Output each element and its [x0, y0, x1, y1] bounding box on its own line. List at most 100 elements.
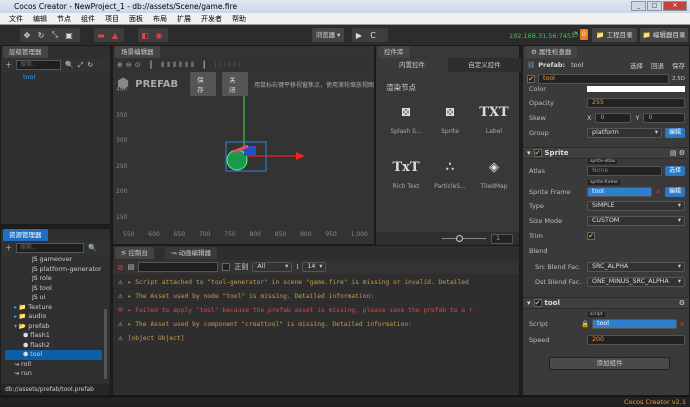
search-icon[interactable]: 🔍	[88, 244, 97, 252]
editor-dir-button[interactable]: 📁 编辑器目录	[640, 28, 688, 42]
sprite-frame-input[interactable]: tool	[587, 187, 652, 197]
tab-assets[interactable]: 资源管理器	[3, 229, 48, 241]
menu-item[interactable]: 开发者	[196, 13, 227, 24]
log-level-select[interactable]: All	[252, 262, 293, 272]
tab-console[interactable]: ⋝ 控制台	[115, 247, 155, 259]
browser-select[interactable]: 浏览器 ▾	[312, 28, 344, 42]
asset-item[interactable]: ▾ 📂 prefab	[5, 322, 102, 332]
library-item[interactable]: TXT Label	[472, 98, 516, 135]
prefab-save-button[interactable]: 保存	[672, 60, 685, 70]
menu-item[interactable]: 编辑	[28, 13, 52, 24]
rotate-icon[interactable]: ↻	[34, 31, 48, 40]
prefab-revert-button[interactable]: 回退	[651, 60, 664, 70]
expand-icon[interactable]: ⤢	[78, 61, 84, 70]
dst-blend-select[interactable]: ONE_MINUS_SRC_ALPHA	[587, 277, 685, 287]
sprite-frame-edit-button[interactable]: 编辑	[665, 187, 685, 197]
tool-settings-icon[interactable]: ⚙	[679, 299, 685, 307]
atlas-select-button[interactable]: 选择	[665, 166, 685, 176]
file-icon[interactable]: ▤	[128, 263, 135, 271]
move-icon[interactable]: ✥	[20, 31, 34, 40]
tool-enabled-checkbox[interactable]: ✔	[533, 299, 542, 307]
tab-builtin[interactable]: 内置控件	[376, 58, 448, 72]
menu-item[interactable]: 扩展	[172, 13, 196, 24]
assets-scrollbar[interactable]	[104, 309, 107, 379]
asset-item[interactable]: ▸ 📁 audio	[5, 312, 102, 322]
src-blend-select[interactable]: SRC_ALPHA	[587, 262, 685, 272]
add-icon[interactable]: ＋	[5, 60, 12, 70]
tab-scene[interactable]: 场景编辑器	[115, 46, 160, 58]
assets-search-input[interactable]: 搜索...	[16, 243, 84, 253]
node-active-checkbox[interactable]: ✔	[527, 75, 535, 83]
library-item[interactable]: ∴ ParticleS...	[428, 153, 472, 190]
size-mode-select[interactable]: CUSTOM	[587, 216, 685, 226]
console-filter-input[interactable]	[138, 262, 219, 272]
menu-item[interactable]: 文件	[4, 13, 28, 24]
asset-item[interactable]: ⬢ tool	[5, 350, 102, 360]
close-prefab-button[interactable]: 关闭	[222, 72, 248, 96]
asset-item[interactable]: ▸ 📁 Texture	[5, 303, 102, 313]
log-entry[interactable]: ⊗ ▸ Failed to apply "tool" because the p…	[113, 303, 513, 317]
node-tool[interactable]: tool	[1, 73, 110, 83]
sprite-component-header[interactable]: ▾ ✔ Sprite ▤ ⚙	[523, 147, 689, 159]
clear-script-icon[interactable]: ✕	[680, 320, 685, 328]
maximize-button[interactable]: □	[647, 1, 662, 11]
asset-item[interactable]: ↝ roll	[5, 360, 102, 370]
group-select[interactable]: platform	[587, 128, 662, 138]
local-icon[interactable]: ◧	[138, 31, 152, 40]
tab-hierarchy[interactable]: 层级管理器	[3, 46, 48, 58]
scale-icon[interactable]: ⤡	[48, 30, 62, 40]
log-entry[interactable]: ⚠ ▸ Script attached to "tool-generator" …	[113, 275, 513, 289]
menu-item[interactable]: 面板	[124, 13, 148, 24]
log-entry[interactable]: ⚠ ▸ The Asset used by node "tool" is mis…	[113, 289, 513, 303]
atlas-input[interactable]: None	[587, 166, 662, 176]
minimize-button[interactable]: _	[631, 1, 646, 11]
library-item[interactable]: ⊠ Splash S...	[384, 98, 428, 135]
rect-icon[interactable]: ▣	[62, 31, 76, 40]
regex-checkbox[interactable]	[222, 263, 231, 271]
clear-icon[interactable]: ⊘	[117, 263, 124, 272]
menu-item[interactable]: 节点	[52, 13, 76, 24]
refresh-icon[interactable]: C	[366, 31, 380, 40]
library-item[interactable]: TxT Rich Text	[384, 153, 428, 190]
tool-component-header[interactable]: ▾ ✔ tool ⚙	[523, 297, 689, 309]
group-edit-button[interactable]: 编辑	[665, 128, 685, 138]
asset-item[interactable]: ⬢ flash2	[5, 341, 102, 351]
global-icon[interactable]: ◉	[152, 31, 166, 40]
sprite-settings-icon[interactable]: ▤ ⚙	[670, 149, 685, 157]
menu-item[interactable]: 布局	[148, 13, 172, 24]
menu-item[interactable]: 组件	[76, 13, 100, 24]
log-entry[interactable]: ⚠ ▸ The Asset used by component "creatto…	[113, 317, 513, 331]
zoom-icons[interactable]: ⊕⊖⊙ ┃ ⫴⫴⫴⫴⫴⫴ ┃ ⫶⫶⫶⫶⫶⫶	[117, 61, 243, 70]
anchor-icon[interactable]: ▲	[108, 31, 122, 40]
add-component-button[interactable]: 添加组件	[549, 357, 670, 370]
asset-item[interactable]: JS platform-generator	[5, 265, 102, 275]
search-icon[interactable]: 🔍	[65, 61, 74, 69]
add-icon[interactable]: ＋	[5, 243, 12, 253]
tab-library[interactable]: 控件库	[378, 46, 410, 58]
zoom-value-input[interactable]: 1	[491, 234, 513, 244]
trim-checkbox[interactable]: ✔	[587, 232, 595, 240]
hierarchy-search-input[interactable]: 搜索...	[16, 60, 61, 70]
project-dir-button[interactable]: 📁 工程目录	[592, 28, 637, 42]
asset-item[interactable]: ↝ run	[5, 369, 102, 379]
ip-address[interactable]: 192.168.31.56:7457	[509, 32, 575, 40]
library-item[interactable]: ⊠ Sprite	[428, 98, 472, 135]
sprite-enabled-checkbox[interactable]: ✔	[533, 149, 542, 157]
pivot-icon[interactable]: ▬	[94, 31, 108, 40]
asset-item[interactable]: JS role	[5, 274, 102, 284]
refresh-icon[interactable]: ↻	[87, 61, 93, 69]
clear-frame-icon[interactable]: ✕	[656, 188, 661, 196]
save-prefab-button[interactable]: 保存	[190, 72, 217, 96]
asset-item[interactable]: ⬢ flash1	[5, 331, 102, 341]
asset-item[interactable]: JS tool	[5, 284, 102, 294]
color-swatch[interactable]	[587, 86, 685, 92]
menu-item[interactable]: 帮助	[227, 13, 251, 24]
play-icon[interactable]: ▶	[352, 31, 366, 40]
log-entry[interactable]: ⚠ [object Object]	[113, 331, 513, 345]
zoom-slider[interactable]	[456, 235, 463, 242]
script-input[interactable]: tool	[592, 319, 677, 329]
opacity-input[interactable]: 255	[587, 98, 685, 108]
asset-item[interactable]: JS ui	[5, 293, 102, 303]
library-item[interactable]: ◈ TiledMap	[472, 153, 516, 190]
prefab-select-button[interactable]: 选择	[630, 60, 643, 70]
